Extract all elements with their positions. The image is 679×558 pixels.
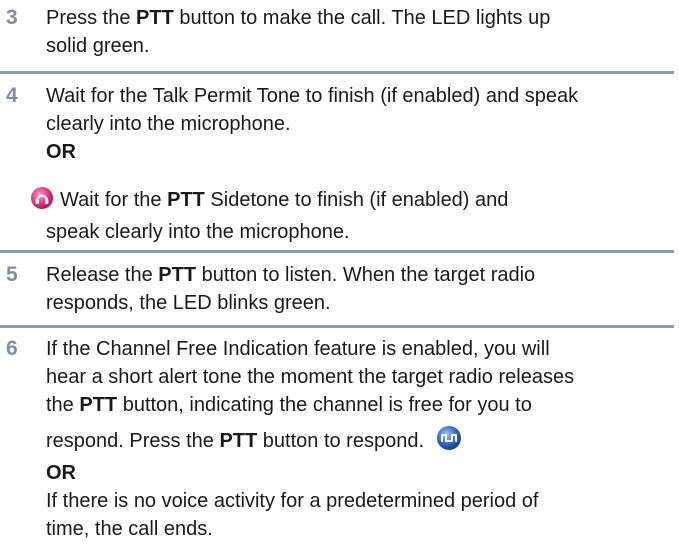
step-line: Wait for the PTT Sidetone to finish (if … — [31, 186, 665, 218]
step-line: Wait for the Talk Permit Tone to finish … — [46, 85, 579, 107]
or-label: OR — [46, 462, 76, 484]
step-number: 5 — [6, 263, 18, 286]
ptt-label: PTT — [136, 7, 174, 29]
step-line: clearly into the microphone. — [46, 113, 291, 135]
step-number: 6 — [6, 337, 18, 360]
step-line: If there is no voice activity for a pred… — [46, 490, 539, 512]
step-number: 3 — [6, 6, 18, 29]
step-text: Press the PTT button to make the call. T… — [46, 4, 665, 60]
step-line: hear a short alert tone the moment the t… — [46, 366, 575, 388]
step-line: time, the call ends. — [46, 518, 213, 540]
step-divider — [0, 71, 674, 74]
ptt-label: PTT — [79, 394, 118, 416]
ptt-label: PTT — [158, 264, 197, 286]
step-alt-text: Wait for the PTT Sidetone to finish (if … — [31, 186, 665, 246]
ptt-label: PTT — [167, 189, 205, 211]
step-line: Release the PTT button to listen. When t… — [46, 264, 536, 286]
step-line: the PTT button, indicating the channel i… — [46, 394, 532, 416]
respond-tone-icon — [436, 425, 462, 459]
step-line: responds, the LED blinks green. — [46, 292, 331, 314]
sidetone-icon — [30, 186, 54, 218]
step-line: respond. Press the PTT button to respond… — [46, 425, 665, 459]
ptt-label: PTT — [219, 430, 258, 452]
step-line: speak clearly into the microphone. — [46, 221, 350, 243]
step-divider — [0, 325, 674, 328]
step-text: If the Channel Free Indication feature i… — [46, 335, 665, 543]
step-line: If the Channel Free Indication feature i… — [46, 338, 550, 360]
step-text: Wait for the Talk Permit Tone to finish … — [46, 82, 665, 166]
step-number: 4 — [6, 84, 18, 107]
step-line: solid green. — [46, 35, 150, 57]
step-line: Press the PTT button to make the call. T… — [46, 7, 551, 29]
step-divider — [0, 250, 674, 253]
step-text: Release the PTT button to listen. When t… — [46, 261, 665, 317]
or-label: OR — [46, 141, 76, 163]
